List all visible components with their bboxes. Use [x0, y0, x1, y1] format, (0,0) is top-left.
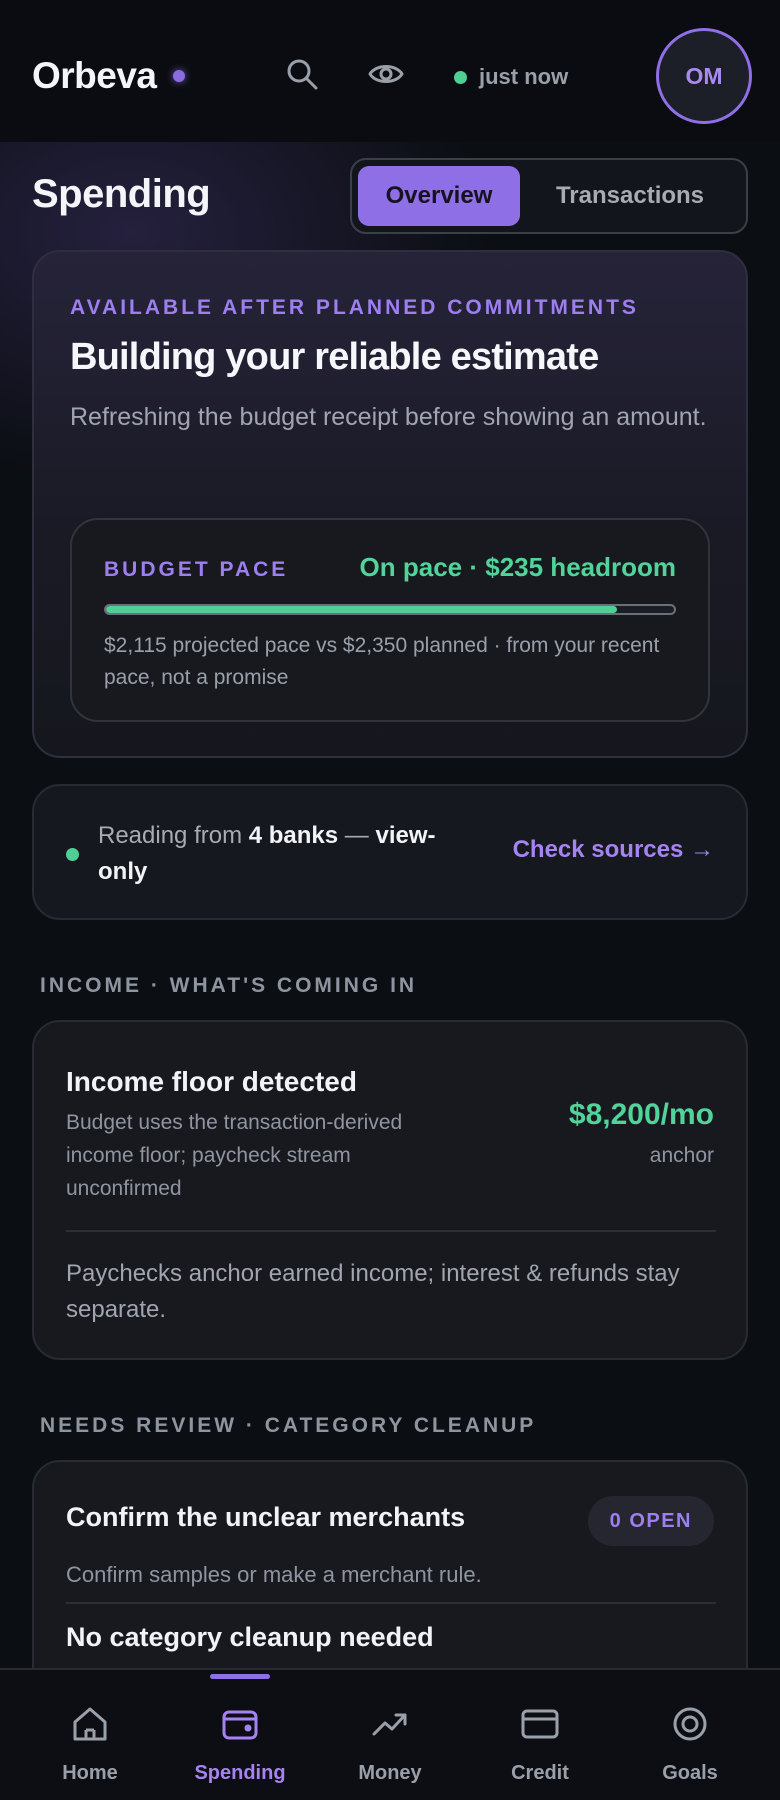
review-divider [66, 1602, 716, 1604]
tab-overview[interactable]: Overview [358, 166, 520, 226]
nav-label-goals: Goals [662, 1762, 718, 1784]
budget-pace-bar-fill [106, 606, 618, 613]
income-card: Income floor detected Budget uses the tr… [32, 1020, 748, 1360]
page-title: Spending [32, 172, 211, 216]
income-title: Income floor detected [66, 1066, 357, 1097]
review-description: Confirm samples or make a merchant rule. [66, 1562, 482, 1587]
sources-separator: — [338, 822, 376, 849]
budget-pace-note: $2,115 projected pace vs $2,350 planned … [104, 634, 660, 689]
sources-card: Reading from 4 banks — view-only Check s… [32, 784, 748, 920]
view-tabs: Overview Transactions [350, 158, 748, 234]
search-icon[interactable] [284, 56, 320, 92]
budget-pace-status: On pace · $235 headroom [359, 552, 676, 582]
estimate-body: Refreshing the budget receipt before sho… [70, 403, 707, 431]
income-description: Budget uses the transaction-derived inco… [66, 1111, 403, 1200]
brand-dot-icon [172, 70, 185, 82]
budget-pace-bar [104, 604, 676, 615]
open-count-badge: 0 OPEN [587, 1496, 714, 1546]
budget-pace-label: BUDGET PACE [104, 558, 289, 581]
income-note: Paychecks anchor earned income; interest… [66, 1260, 680, 1323]
target-icon [673, 1707, 707, 1741]
sources-prefix: Reading from [98, 822, 249, 849]
bottom-nav: Home Spending Money Credit Goals [0, 1668, 780, 1800]
sources-status-dot-icon [66, 848, 79, 861]
sync-status-text: just now [479, 64, 569, 89]
brand: Orbeva [32, 52, 185, 100]
income-divider [66, 1230, 716, 1232]
review-empty-title: No category cleanup needed [66, 1622, 434, 1652]
nav-label-spending: Spending [194, 1762, 286, 1784]
sources-banks: 4 banks [248, 822, 339, 849]
nav-label-credit: Credit [511, 1762, 569, 1784]
estimate-card: AVAILABLE AFTER PLANNED COMMITMENTS Buil… [32, 250, 748, 758]
app-header: Orbeva just now OM [0, 0, 780, 142]
brand-name: Orbeva [32, 55, 157, 96]
nav-item-credit[interactable]: Credit [475, 1670, 605, 1800]
estimate-eyebrow: AVAILABLE AFTER PLANNED COMMITMENTS [70, 296, 639, 319]
card-icon [521, 1709, 559, 1739]
eye-icon[interactable] [368, 56, 404, 92]
sync-dot-icon [454, 70, 467, 84]
nav-label-money: Money [358, 1762, 422, 1784]
tab-transactions[interactable]: Transactions [520, 166, 740, 226]
income-amount: $8,200/mo [568, 1098, 714, 1131]
nav-item-spending[interactable]: Spending [175, 1670, 305, 1800]
home-icon [73, 1707, 107, 1741]
nav-label-home: Home [62, 1762, 118, 1784]
nav-item-money[interactable]: Money [325, 1670, 455, 1800]
review-title: Confirm the unclear merchants [66, 1502, 466, 1532]
income-section-label: INCOME · WHAT'S COMING IN [40, 974, 418, 997]
review-section-label: NEEDS REVIEW · CATEGORY CLEANUP [40, 1414, 537, 1437]
avatar[interactable]: OM [656, 28, 752, 124]
trend-icon [372, 1713, 407, 1736]
nav-active-indicator [210, 1674, 270, 1679]
sync-status: just now [454, 60, 568, 94]
nav-item-home[interactable]: Home [25, 1670, 155, 1800]
estimate-title: Building your reliable estimate [70, 336, 599, 378]
nav-item-goals[interactable]: Goals [625, 1670, 755, 1800]
income-amount-caption: anchor [649, 1144, 714, 1167]
wallet-icon [222, 1710, 258, 1740]
check-sources-link[interactable]: Check sources → [513, 836, 714, 864]
sources-text: Reading from 4 banks — view-only [98, 818, 478, 890]
budget-pace-panel: BUDGET PACE On pace · $235 headroom $2,1… [70, 518, 710, 722]
